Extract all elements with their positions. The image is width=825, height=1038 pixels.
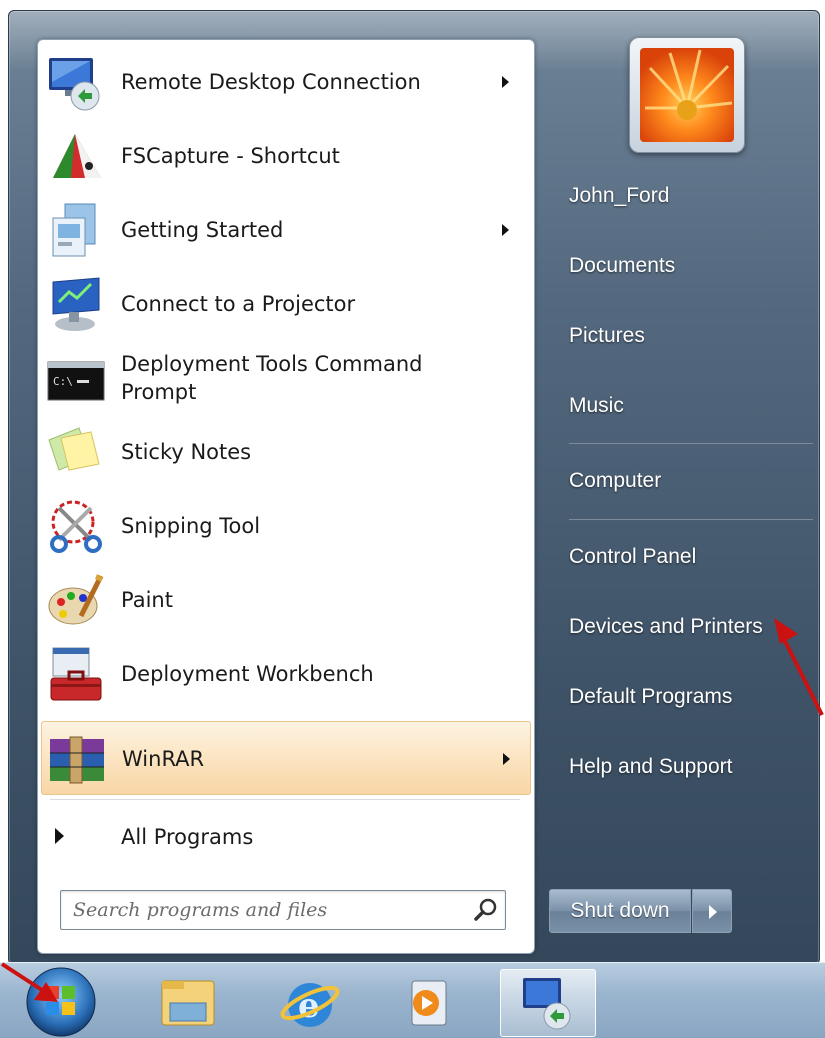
getting-started-icon	[52, 203, 96, 257]
windows-explorer-icon	[161, 980, 215, 1026]
divider	[569, 519, 813, 520]
program-label: Snipping Tool	[121, 514, 261, 538]
user-picture-frame[interactable]	[629, 37, 745, 153]
program-label: Paint	[121, 588, 173, 612]
all-programs-button[interactable]: All Programs	[41, 806, 531, 868]
programs-pane: Remote Desktop Connection FSCapture - Sh…	[37, 39, 535, 954]
all-programs-label: All Programs	[121, 825, 254, 849]
remote-desktop-icon	[523, 978, 571, 1030]
command-prompt-icon: C:\	[47, 361, 105, 401]
divider	[50, 799, 520, 800]
program-item-winrar[interactable]: WinRAR	[41, 721, 531, 795]
program-label: Deployment Tools Command Prompt	[121, 352, 423, 404]
remote-desktop-icon	[49, 58, 100, 111]
help-and-support-link[interactable]: Help and Support	[559, 742, 819, 792]
program-item-projector[interactable]: Connect to a Projector	[41, 267, 531, 341]
expand-arrow-icon	[55, 828, 64, 844]
chevron-right-icon	[709, 905, 717, 919]
program-label: FSCapture - Shortcut	[121, 144, 340, 168]
pictures-link[interactable]: Pictures	[559, 311, 819, 361]
toolbox-icon	[50, 647, 102, 701]
program-item-snipping-tool[interactable]: Snipping Tool	[41, 489, 531, 563]
search-icon[interactable]	[473, 897, 499, 923]
program-item-remote-desktop[interactable]: Remote Desktop Connection	[41, 45, 531, 119]
program-label: Remote Desktop Connection	[121, 70, 421, 94]
control-panel-link[interactable]: Control Panel	[559, 532, 819, 582]
submenu-arrow-icon[interactable]	[503, 753, 510, 765]
flower-picture-icon	[640, 48, 734, 142]
taskbar-media-player[interactable]	[380, 969, 476, 1037]
program-item-fscapture[interactable]: FSCapture - Shortcut	[41, 119, 531, 193]
program-label: Getting Started	[121, 218, 284, 242]
svg-text:C:\: C:\	[53, 375, 73, 388]
annotation-arrow-icon	[0, 962, 58, 1002]
program-label: Sticky Notes	[121, 440, 252, 464]
shutdown-button[interactable]: Shut down	[549, 889, 691, 933]
submenu-arrow-icon[interactable]	[502, 76, 509, 88]
paint-palette-icon	[48, 574, 104, 625]
program-label: WinRAR	[122, 747, 205, 771]
shutdown-options-button[interactable]	[692, 889, 732, 933]
scissors-icon	[50, 500, 102, 553]
program-label: Connect to a Projector	[121, 292, 356, 316]
fscapture-icon	[53, 134, 101, 178]
program-item-paint[interactable]: Paint	[41, 563, 531, 637]
annotation-arrow-icon	[774, 618, 824, 716]
taskbar-windows-explorer[interactable]	[140, 969, 236, 1037]
winrar-icon	[50, 736, 104, 784]
program-item-deployment-workbench[interactable]: Deployment Workbench	[41, 637, 531, 711]
computer-link[interactable]: Computer	[559, 456, 819, 506]
user-folder-link[interactable]: John_Ford	[559, 171, 819, 221]
search-input[interactable]	[61, 891, 461, 929]
start-menu: Remote Desktop Connection FSCapture - Sh…	[8, 10, 820, 965]
search-box[interactable]	[60, 890, 506, 930]
media-player-icon	[411, 980, 447, 1026]
program-label: Deployment Workbench	[121, 662, 374, 686]
documents-link[interactable]: Documents	[559, 241, 819, 291]
program-item-sticky-notes[interactable]: Sticky Notes	[41, 415, 531, 489]
music-link[interactable]: Music	[559, 381, 819, 431]
internet-explorer-icon: e	[280, 983, 340, 1027]
sticky-notes-icon	[48, 427, 100, 471]
divider	[569, 443, 813, 444]
taskbar-internet-explorer[interactable]: e	[262, 969, 358, 1037]
program-item-deployment-command-prompt[interactable]: C:\ Deployment Tools Command Prompt	[41, 341, 531, 415]
projector-icon	[52, 277, 100, 331]
taskbar-remote-desktop[interactable]	[500, 969, 596, 1037]
program-item-getting-started[interactable]: Getting Started	[41, 193, 531, 267]
submenu-arrow-icon[interactable]	[502, 224, 509, 236]
taskbar: e	[0, 962, 825, 1038]
